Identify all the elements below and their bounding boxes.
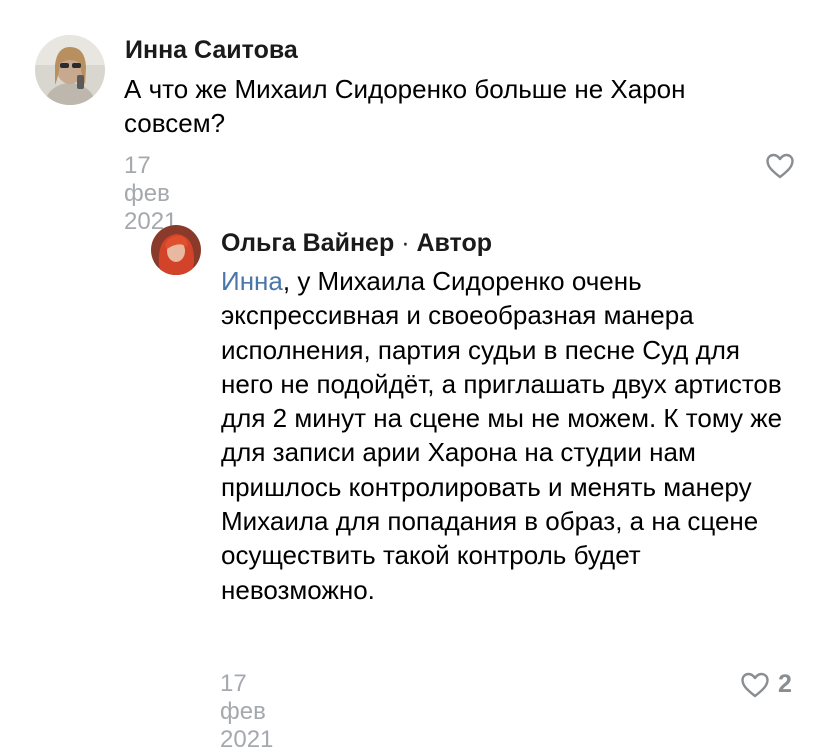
comment-text: Инна, у Михаила Сидоренко очень экспресс… (221, 264, 791, 607)
comment-text-body: А что же Михаил Сидоренко больше не Харо… (124, 74, 686, 139)
comment-author: Ольга Вайнер · Автор (221, 229, 492, 258)
comment-date[interactable]: 17 фев 2021 (220, 670, 273, 754)
heart-outline-icon (740, 671, 770, 699)
comment-author[interactable]: Инна Саитова (125, 36, 298, 65)
avatar-inna[interactable] (35, 35, 105, 105)
like-button[interactable] (765, 152, 795, 180)
heart-outline-icon (765, 152, 795, 180)
like-count: 2 (778, 670, 792, 698)
mention-link[interactable]: Инна (221, 266, 283, 296)
avatar-olga[interactable] (151, 225, 201, 275)
author-badge: Автор (416, 229, 493, 257)
like-button[interactable]: 2 (740, 670, 792, 699)
comment-date[interactable]: 17 фев 2021 (124, 152, 177, 236)
comment-text-body: , у Михаила Сидоренко очень экспрессивна… (221, 266, 783, 605)
author-name[interactable]: Ольга Вайнер (221, 229, 394, 257)
author-separator: · (401, 229, 410, 257)
comment-text: А что же Михаил Сидоренко больше не Харо… (124, 72, 784, 141)
